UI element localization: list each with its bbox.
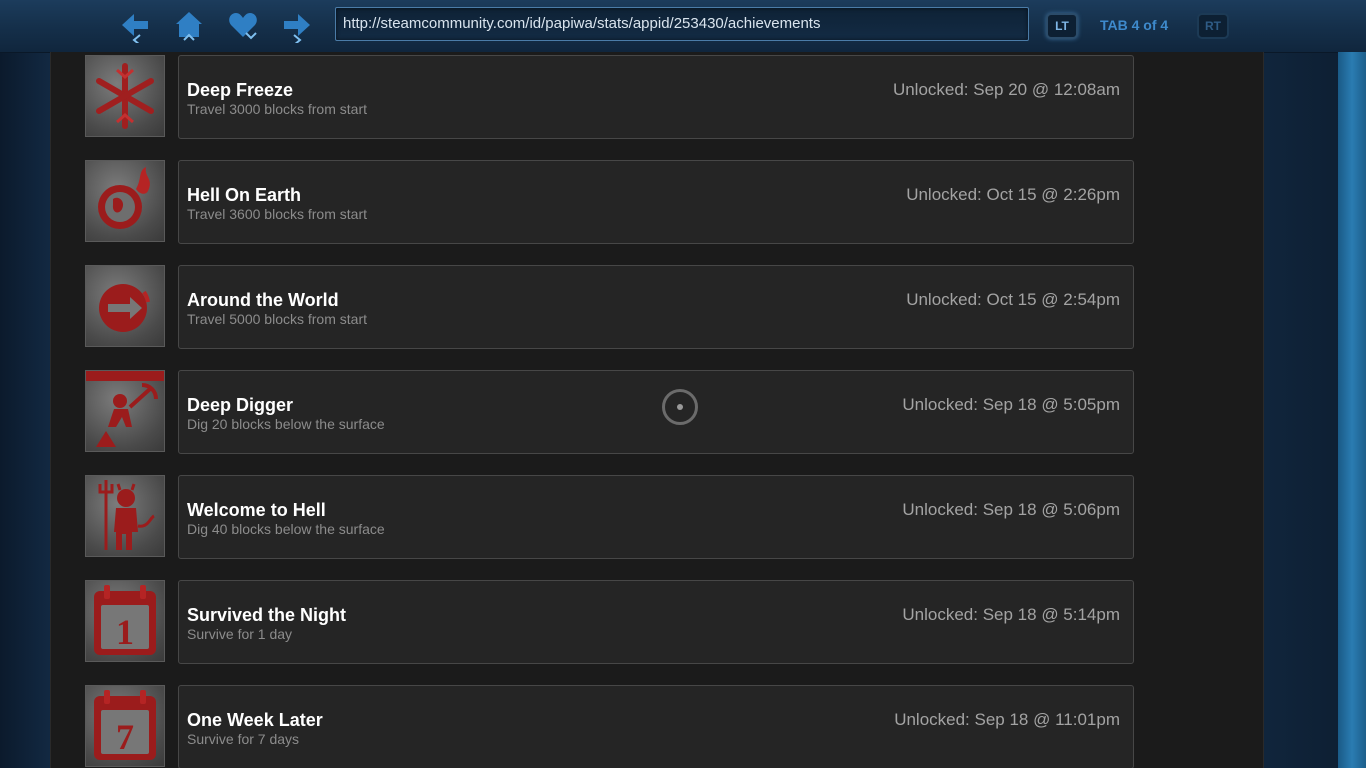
achievements-panel: Deep Freeze Travel 3000 blocks from star… [50, 52, 1264, 768]
achievement-unlock-date: Unlocked: Sep 18 @ 5:05pm [902, 395, 1120, 414]
achievement-description: Survive for 7 days [187, 731, 300, 747]
achievement-row: Hell On Earth Travel 3600 blocks from st… [85, 160, 1135, 246]
calendar-number: 7 [116, 717, 134, 757]
achievement-description: Travel 3000 blocks from start [187, 101, 367, 117]
achievement-description: Travel 5000 blocks from start [187, 311, 367, 327]
devil-icon [85, 475, 165, 557]
favorites-icon[interactable] [226, 9, 260, 43]
achievement-row: Deep Freeze Travel 3000 blocks from star… [85, 55, 1135, 141]
achievement-description: Travel 3600 blocks from start [187, 206, 367, 222]
digger-icon [85, 370, 165, 452]
achievement-title: Survived the Night [187, 605, 347, 625]
achievement-card[interactable]: Survived the Night Survive for 1 day Unl… [178, 580, 1134, 664]
achievement-unlock-date: Unlocked: Sep 20 @ 12:08am [892, 80, 1120, 99]
scrollbar[interactable] [1338, 52, 1366, 768]
calendar-1-icon: 1 [85, 580, 165, 662]
achievement-row: Deep Digger Dig 20 blocks below the surf… [85, 370, 1135, 456]
rt-button[interactable]: RT [1197, 13, 1229, 39]
achievement-row: 7 One Week Later Survive for 7 days Unlo… [85, 685, 1135, 768]
cursor-reticle [662, 389, 698, 425]
circle-arrow-icon [85, 265, 165, 347]
achievement-card[interactable]: Deep Freeze Travel 3000 blocks from star… [178, 55, 1134, 139]
url-field[interactable]: http://steamcommunity.com/id/papiwa/stat… [335, 7, 1029, 41]
achievement-unlock-date: Unlocked: Sep 18 @ 5:14pm [902, 605, 1120, 624]
achievement-unlock-date: Unlocked: Oct 15 @ 2:54pm [906, 290, 1120, 309]
forward-icon[interactable] [280, 9, 314, 46]
home-icon[interactable] [172, 9, 206, 43]
lt-button[interactable]: LT [1046, 13, 1078, 39]
achievement-title: Welcome to Hell [187, 500, 326, 520]
calendar-number: 1 [116, 612, 134, 652]
achievement-title: One Week Later [187, 710, 323, 730]
achievement-title: Around the World [187, 290, 339, 310]
achievement-description: Dig 40 blocks below the surface [187, 521, 385, 537]
achievement-row: Welcome to Hell Dig 40 blocks below the … [85, 475, 1135, 561]
achievement-row: Around the World Travel 5000 blocks from… [85, 265, 1135, 351]
flaming-globe-icon [85, 160, 165, 242]
achievement-card[interactable]: Around the World Travel 5000 blocks from… [178, 265, 1134, 349]
achievement-title: Hell On Earth [187, 185, 302, 205]
tab-indicator: TAB 4 of 4 [1100, 17, 1169, 33]
achievement-card[interactable]: Hell On Earth Travel 3600 blocks from st… [178, 160, 1134, 244]
achievement-title: Deep Freeze [187, 80, 294, 100]
achievement-card[interactable]: Deep Digger Dig 20 blocks below the surf… [178, 370, 1134, 454]
snowflake-icon [85, 55, 165, 137]
calendar-7-icon: 7 [85, 685, 165, 767]
achievement-card[interactable]: Welcome to Hell Dig 40 blocks below the … [178, 475, 1134, 559]
achievement-unlock-date: Unlocked: Sep 18 @ 5:06pm [902, 500, 1120, 519]
browser-toolbar: http://steamcommunity.com/id/papiwa/stat… [0, 0, 1366, 53]
achievement-row: 1 Survived the Night Survive for 1 day U… [85, 580, 1135, 666]
back-icon[interactable] [118, 9, 152, 46]
achievement-description: Dig 20 blocks below the surface [187, 416, 385, 432]
achievement-unlock-date: Unlocked: Sep 18 @ 11:01pm [894, 710, 1120, 729]
achievement-unlock-date: Unlocked: Oct 15 @ 2:26pm [906, 185, 1120, 204]
achievement-card[interactable]: One Week Later Survive for 7 days Unlock… [178, 685, 1134, 768]
achievement-description: Survive for 1 day [187, 626, 293, 642]
achievement-title: Deep Digger [187, 395, 294, 415]
